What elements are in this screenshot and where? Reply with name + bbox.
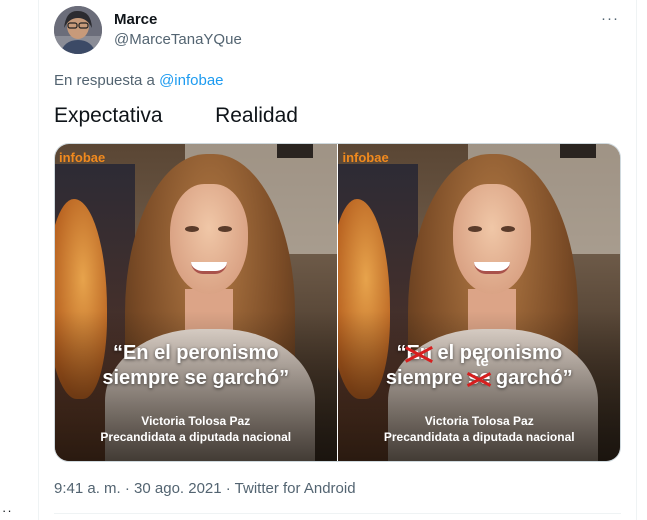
tweet-timestamp[interactable]: 9:41 a. m. · 30 ago. 2021 · Twitter for … (54, 480, 356, 497)
caption-name: Victoria Tolosa Paz (424, 414, 534, 428)
author-display-name[interactable]: Marce (114, 11, 157, 28)
quote-line-2: siempre se garchó” (102, 367, 290, 389)
avatar-image (54, 6, 102, 54)
struck-word-2: se (468, 367, 491, 389)
caption-role: Precandidata a diputada nacional (100, 430, 292, 444)
tweet-text: Expectativa Realidad (54, 104, 298, 127)
caption-role: Precandidata a diputada nacional (383, 430, 575, 444)
avatar[interactable] (54, 6, 102, 54)
quote-rest-1: el peronismo (432, 342, 563, 364)
more-options-icon[interactable]: ··· (598, 10, 622, 30)
column-border-right (636, 0, 637, 520)
quote-pre-2: siempre (385, 367, 469, 389)
caption-name: Victoria Tolosa Paz (141, 414, 251, 428)
divider (54, 513, 621, 514)
struck-word-1: En (406, 342, 432, 364)
quote-line-1: “En el peronismo (112, 342, 279, 364)
media-image-1[interactable]: infobae “En el peronismo siempre se garc… (55, 144, 337, 461)
quote-post-2: garchó” (490, 367, 573, 389)
reply-mention-link[interactable]: @infobae (159, 72, 223, 89)
tweet: Marce @MarceTanaYQue ··· En respuesta a … (39, 0, 636, 520)
infobae-logo: infobae (59, 150, 106, 165)
media-image-2[interactable]: infobae “En el peronismo te siempre se g… (338, 144, 620, 461)
side-more-icon[interactable]: ·· (2, 503, 13, 518)
infobae-logo: infobae (342, 150, 389, 165)
quote-line-2: siempre se garchó” (338, 366, 620, 390)
reply-prefix: En respuesta a (54, 72, 160, 89)
reply-context: En respuesta a @infobae (54, 72, 224, 89)
author-handle[interactable]: @MarceTanaYQue (114, 31, 242, 48)
tweet-media: infobae “En el peronismo siempre se garc… (54, 143, 621, 462)
